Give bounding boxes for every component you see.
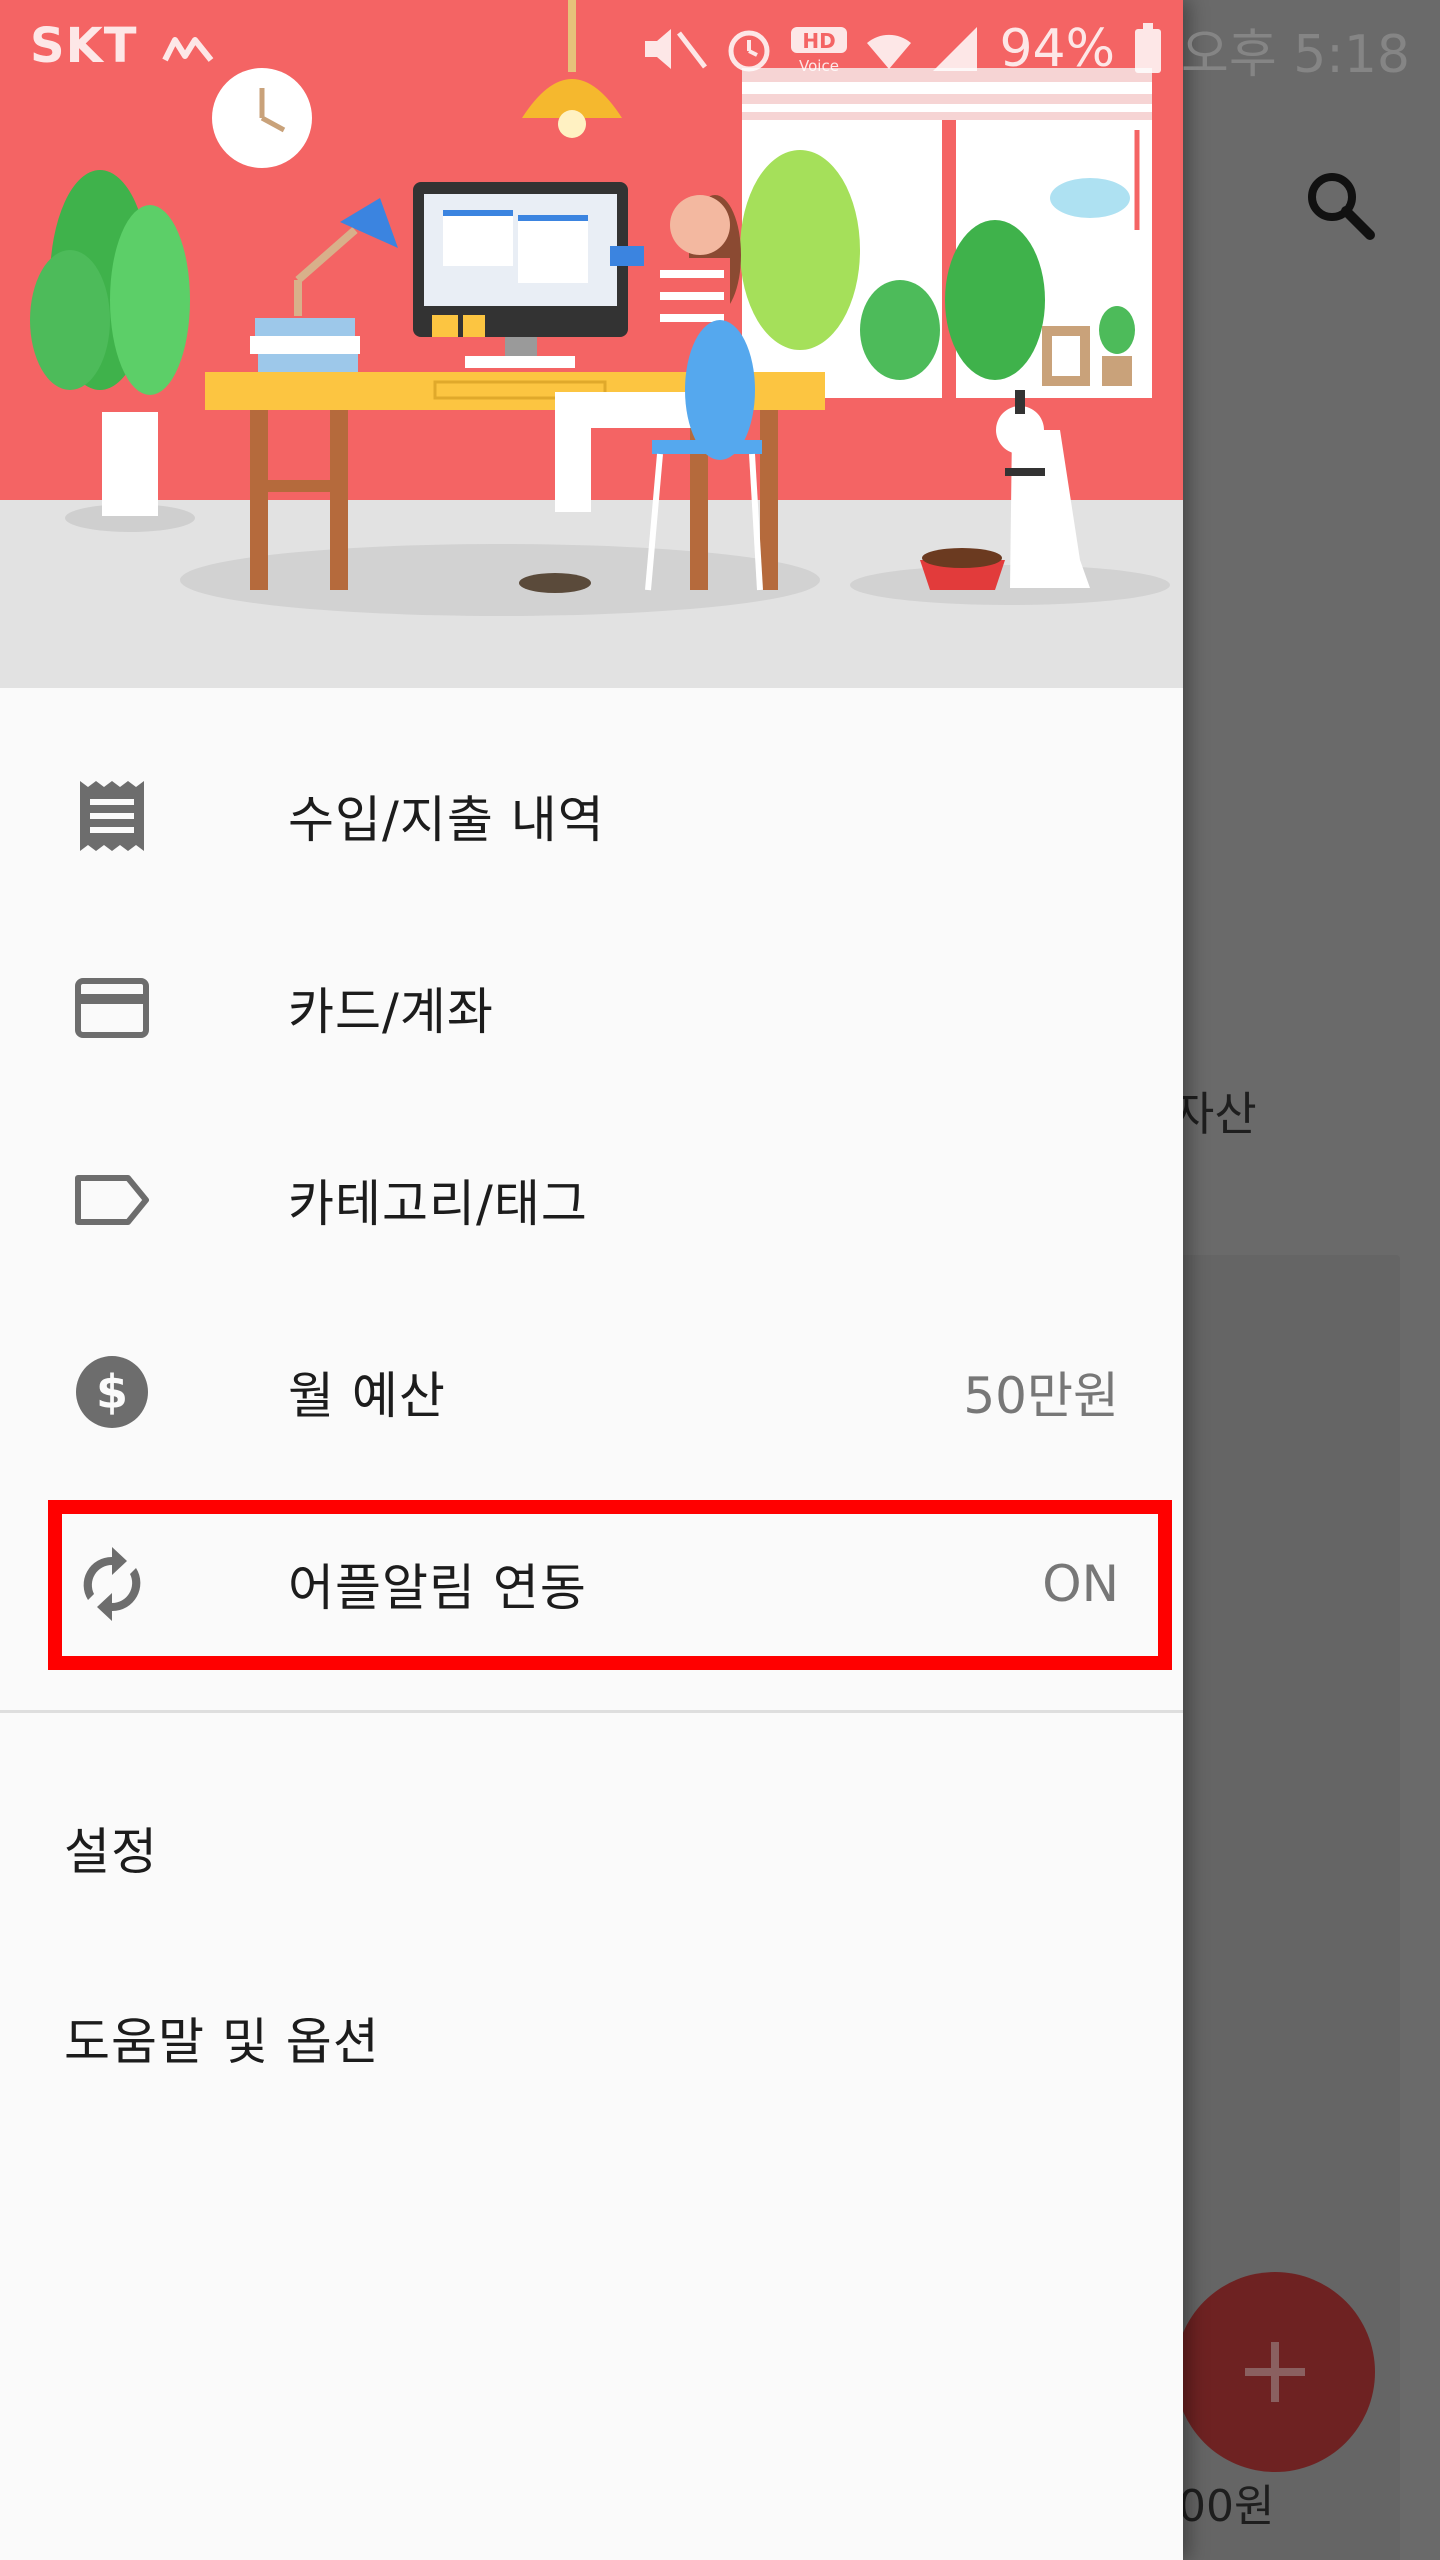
- menu-item-transactions[interactable]: 수입/지출 내역: [0, 720, 1183, 912]
- menu-item-settings[interactable]: 설정: [64, 1812, 158, 1884]
- menu-item-monthly-budget[interactable]: $ 월 예산 50만원: [0, 1296, 1183, 1488]
- credit-card-icon: [72, 968, 152, 1048]
- menu-label: 카테고리/태그: [288, 1175, 588, 1233]
- add-button[interactable]: [1175, 2272, 1375, 2472]
- status-icons: HD Voice 94% 오후 5:18: [639, 14, 1410, 85]
- alarm-icon: [728, 30, 770, 72]
- asset-label: 자산: [1172, 1087, 1257, 1141]
- amount-text: 00원: [1178, 2481, 1275, 2532]
- hd-voice-icon: HD Voice: [791, 27, 848, 75]
- mute-icon: [645, 29, 708, 69]
- menu-label: 카드/계좌: [288, 983, 494, 1041]
- budget-value: 50만원: [963, 1367, 1119, 1425]
- highlight-box: [48, 1500, 1172, 1670]
- menu-item-cards-accounts[interactable]: 카드/계좌: [0, 912, 1183, 1104]
- divider: [0, 1710, 1183, 1713]
- svg-text:HD: HD: [803, 29, 836, 53]
- svg-text:Voice: Voice: [799, 57, 839, 75]
- clock: 오후 5:18: [1181, 24, 1410, 85]
- status-bar: SKT HD Voice 94% 오후 5:18: [0, 0, 1440, 96]
- dollar-circle-icon: $: [72, 1352, 152, 1432]
- signal-icon: [933, 27, 978, 71]
- plus-icon: [1175, 2272, 1375, 2472]
- battery-percent: 94%: [999, 19, 1116, 79]
- svg-text:$: $: [96, 1365, 128, 1419]
- menu-label: 수입/지출 내역: [288, 791, 605, 849]
- wifi-icon: [867, 34, 912, 69]
- receipt-icon: [72, 776, 152, 856]
- battery-icon: [1135, 23, 1162, 73]
- tag-icon: [72, 1160, 152, 1240]
- carrier-label: SKT: [30, 18, 217, 74]
- search-icon[interactable]: [1300, 165, 1380, 245]
- screen: 자산 00원 수입/지출 내역 카드/계좌 카테고리/태그 $ 월 예산 50만…: [0, 0, 1440, 2560]
- menu-item-categories-tags[interactable]: 카테고리/태그: [0, 1104, 1183, 1296]
- menu-label: 월 예산: [288, 1367, 446, 1425]
- drawer-header-illustration: [0, 0, 1183, 688]
- navigation-drawer: 수입/지출 내역 카드/계좌 카테고리/태그 $ 월 예산 50만원 어플알림 …: [0, 0, 1183, 2560]
- menu-item-help-options[interactable]: 도움말 및 옵션: [64, 2002, 380, 2074]
